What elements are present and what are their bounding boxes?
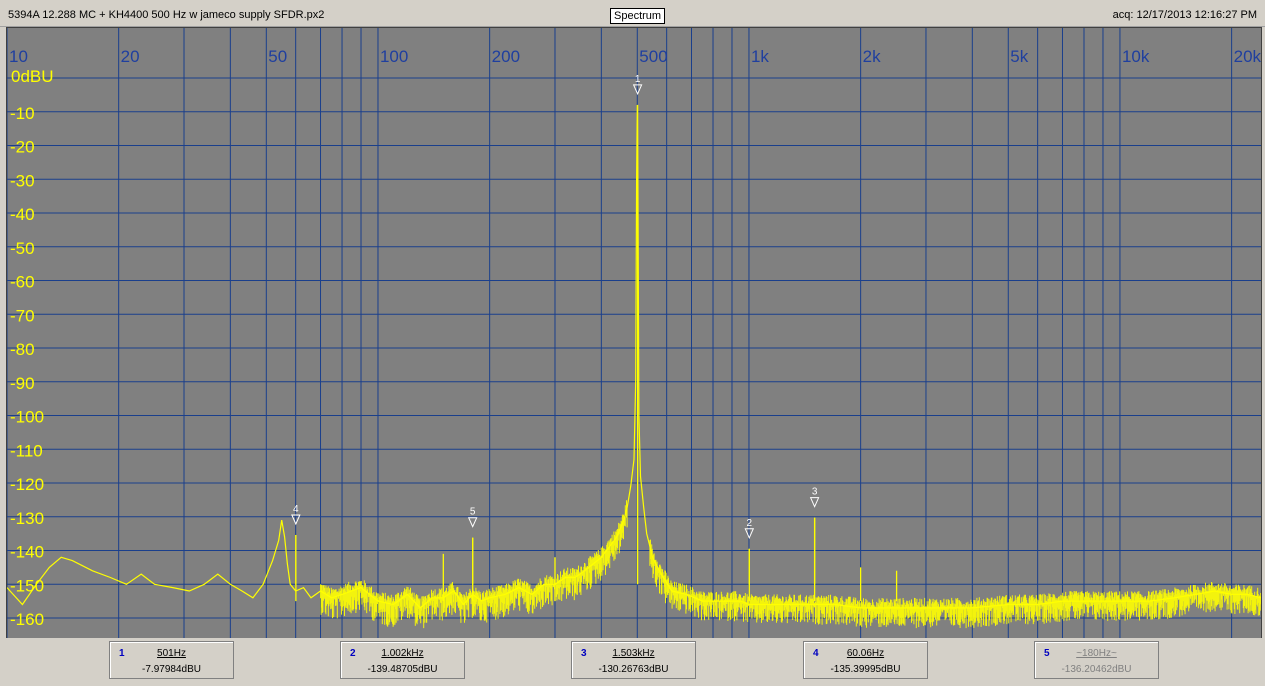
x-tick-label: 200	[492, 47, 520, 66]
y-tick-label: -40	[10, 205, 35, 224]
x-tick-label: 50	[268, 47, 287, 66]
y-tick-label: -110	[10, 441, 43, 460]
marker-readout-level: -135.39995dBU	[830, 664, 901, 675]
y-tick-label: -150	[10, 576, 44, 595]
y-tick-label: -140	[10, 543, 44, 562]
marker-number-label: 3	[812, 487, 818, 498]
marker-readout-level: -130.26763dBU	[598, 664, 669, 675]
y-tick-label: -10	[10, 104, 35, 123]
y-tick-label: -50	[10, 239, 35, 258]
marker-readout-number: 5	[1044, 648, 1050, 659]
marker-number-label: 1	[635, 74, 641, 85]
y-tick-label: -70	[10, 306, 35, 325]
marker-readout-frequency[interactable]: 1.503kHz	[572, 648, 695, 659]
mode-button[interactable]: Spectrum	[610, 8, 666, 24]
marker-readout-number: 3	[581, 648, 587, 659]
x-tick-label: 500	[639, 47, 667, 66]
marker-readout-frequency[interactable]: ~180Hz~	[1035, 648, 1158, 659]
y-tick-label: -160	[10, 610, 44, 629]
marker-triangle-icon	[467, 517, 478, 528]
y-tick-label: -90	[10, 374, 35, 393]
marker-readout-frequency[interactable]: 501Hz	[110, 648, 233, 659]
marker-readout-level: -7.97984dBU	[142, 664, 201, 675]
marker-readout-frequency[interactable]: 60.06Hz	[804, 648, 927, 659]
y-tick-label: -120	[10, 475, 44, 494]
title-bar: 5394A 12.288 MC + KH4400 500 Hz w jameco…	[0, 0, 1265, 27]
marker-readout-level: -139.48705dBU	[367, 664, 438, 675]
file-title: 5394A 12.288 MC + KH4400 500 Hz w jameco…	[8, 9, 325, 21]
marker-readout-number: 2	[350, 648, 356, 659]
acquisition-timestamp: acq: 12/17/2013 12:16:27 PM	[1112, 9, 1257, 21]
marker-readout-number: 1	[119, 648, 125, 659]
x-tick-label: 20k	[1234, 47, 1261, 66]
y-axis-label: 0dBU	[11, 67, 54, 86]
marker-readout-bar: 501Hz 1 -7.97984dBU 1.002kHz 2 -139.48705dBU 1…	[0, 638, 1265, 686]
x-tick-label: 2k	[863, 47, 881, 66]
x-tick-label: 20	[121, 47, 140, 66]
marker-triangle-icon	[809, 497, 820, 508]
marker-readout-5[interactable]: ~180Hz~ 5 -136.20462dBU	[1034, 641, 1159, 679]
y-tick-label: -100	[10, 408, 44, 427]
x-tick-label: 100	[380, 47, 408, 66]
x-tick-label: 10	[9, 47, 28, 66]
spectrum-trace	[7, 104, 1261, 609]
y-tick-label: -20	[10, 138, 35, 157]
marker-number-label: 2	[747, 518, 753, 529]
spectrum-plot-area[interactable]: 10 20 50 100 200 500 1k 2k 5k 10k 20k -10 -20 -30 -40 -…	[6, 27, 1262, 639]
marker-readout-level: -136.20462dBU	[1061, 664, 1132, 675]
marker-number-label: 4	[293, 504, 299, 515]
y-tick-label: -60	[10, 273, 35, 292]
marker-readout-4[interactable]: 60.06Hz 4 -135.39995dBU	[803, 641, 928, 679]
x-tick-label: 10k	[1122, 47, 1150, 66]
y-tick-label: -80	[10, 340, 35, 359]
marker-readout-number: 4	[813, 648, 819, 659]
marker-readout-frequency[interactable]: 1.002kHz	[341, 648, 464, 659]
marker-readout-3[interactable]: 1.503kHz 3 -130.26763dBU	[571, 641, 696, 679]
marker-readout-1[interactable]: 501Hz 1 -7.97984dBU	[109, 641, 234, 679]
marker-readout-2[interactable]: 1.002kHz 2 -139.48705dBU	[340, 641, 465, 679]
spectrum-chart[interactable]: 10 20 50 100 200 500 1k 2k 5k 10k 20k -10 -20 -30 -40 -…	[7, 28, 1261, 638]
x-tick-label: 1k	[751, 47, 769, 66]
marker-number-label: 5	[470, 507, 476, 518]
x-tick-label: 5k	[1010, 47, 1028, 66]
y-tick-label: -130	[10, 509, 44, 528]
y-tick-label: -30	[10, 171, 35, 190]
